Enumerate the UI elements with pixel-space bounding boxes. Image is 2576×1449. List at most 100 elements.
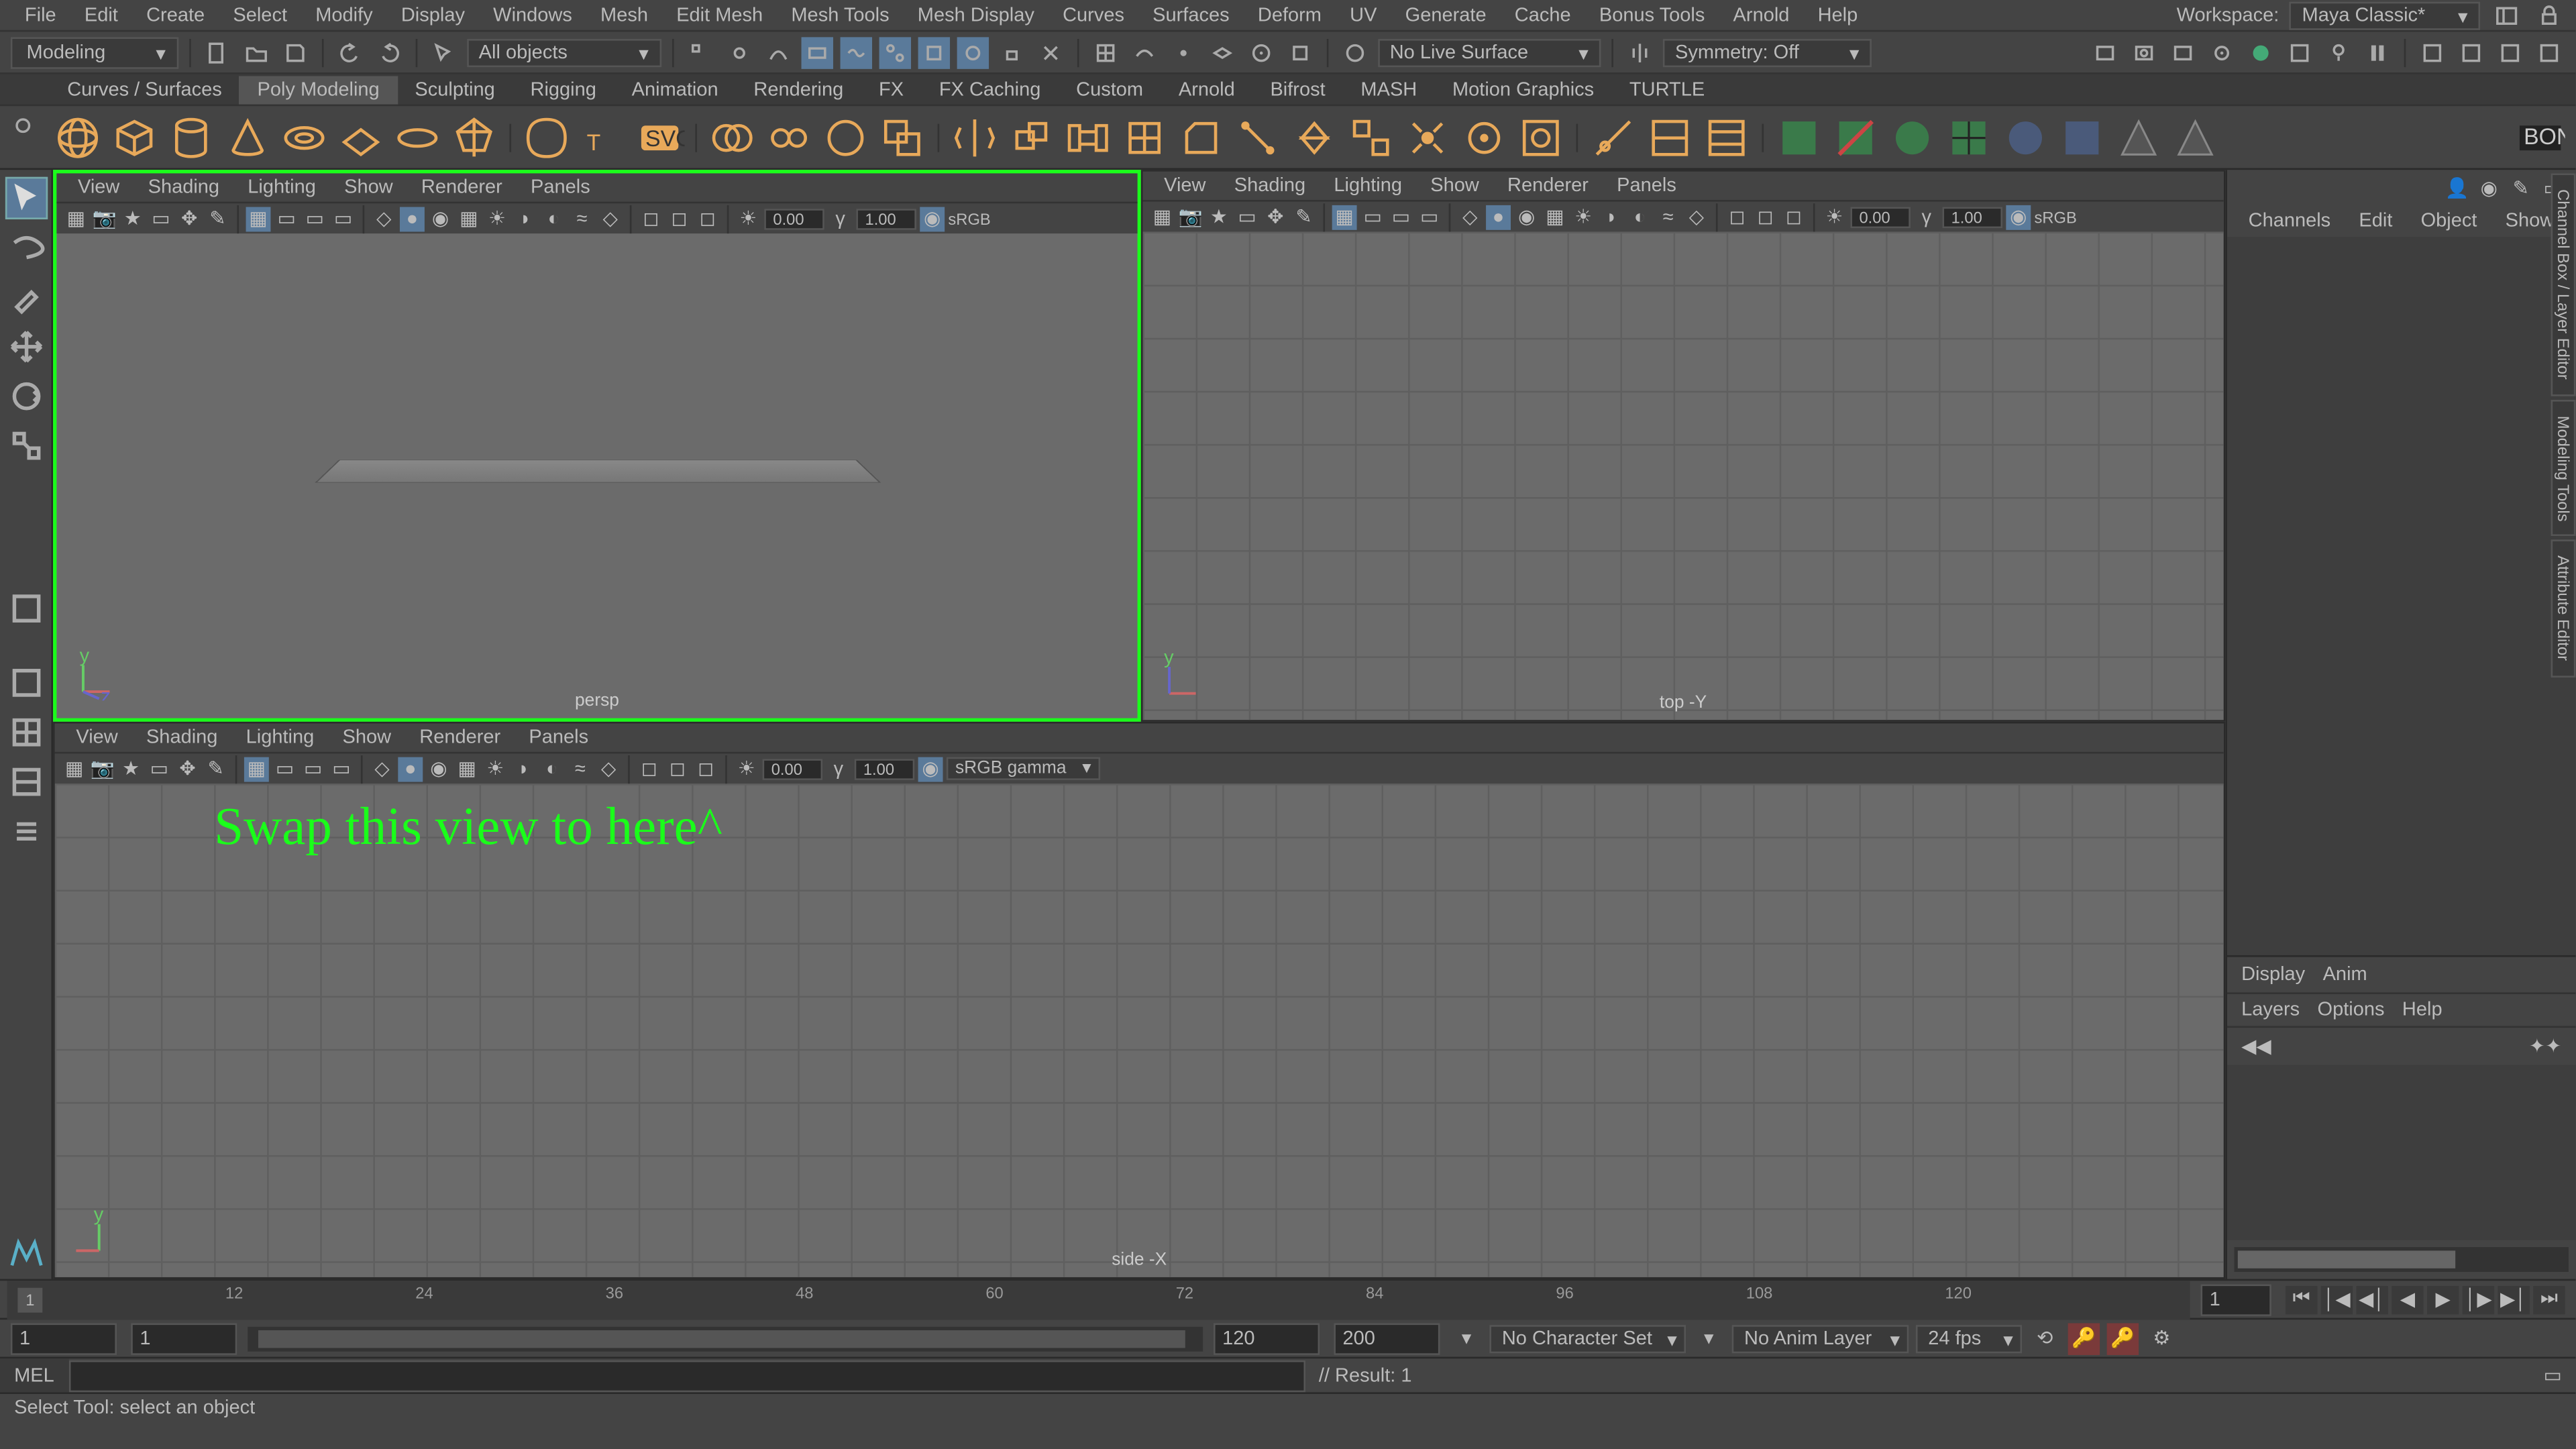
vp-xray-icon[interactable]: ◻ [665,756,690,781]
vp-menu-renderer[interactable]: Renderer [1497,173,1599,198]
vp-viewtransform-selector[interactable]: sRGB gamma [947,757,1100,780]
vp-isolate-icon[interactable]: ◻ [639,206,663,231]
bevel-icon[interactable] [1177,112,1226,162]
shelf-tab-bifrost[interactable]: Bifrost [1252,75,1343,103]
vp-menu-shading[interactable]: Shading [136,725,228,750]
vp-menu-show[interactable]: Show [333,175,403,200]
step-fwd-icon[interactable]: │▶ [2463,1285,2494,1313]
vp-color-mgmt-icon[interactable]: ◉ [918,756,943,781]
vp-gamma-icon[interactable]: γ [1914,205,1939,229]
channel-icon3[interactable]: ✎ [2508,175,2533,200]
poly-disc-icon[interactable] [392,112,442,162]
menu-surfaces[interactable]: Surfaces [1138,1,1244,29]
poly-superellipse-icon[interactable] [522,112,572,162]
move-tool[interactable] [5,325,47,368]
shelf-tab-mash[interactable]: MASH [1343,75,1435,103]
vp-menu-view[interactable]: View [66,725,129,750]
layer-down-icon[interactable]: ◀ [2256,1035,2271,1058]
ipr-render-icon[interactable] [2167,36,2198,68]
separate-icon[interactable] [764,112,814,162]
insert-loop-icon[interactable] [1645,112,1695,162]
toggle-toolsettings-icon[interactable] [2455,36,2487,68]
bridge-icon[interactable] [1063,112,1113,162]
shelf-tab-animation[interactable]: Animation [614,75,736,103]
go-start-icon[interactable]: ⏮ [2286,1285,2317,1313]
connect-icon[interactable] [1233,112,1283,162]
tab-modeling-tools[interactable]: Modeling Tools [2551,399,2576,537]
poly-platonic-icon[interactable] [449,112,499,162]
vp-menu-lighting[interactable]: Lighting [237,175,326,200]
vp-cam-icon[interactable]: 📷 [90,756,115,781]
vp-2d-pan-icon[interactable]: ✥ [177,206,202,231]
vp-shadows-icon[interactable]: ◗ [1599,205,1624,229]
vp-grid-icon[interactable]: ▦ [1332,205,1357,229]
menu-mesh[interactable]: Mesh [586,1,662,29]
svg-tool-icon[interactable]: SVG [635,112,685,162]
sidebar-toggle-icon[interactable] [2491,0,2522,31]
poly-torus-icon[interactable] [280,112,329,162]
vp-cam-icon[interactable]: 📷 [1178,205,1203,229]
remove-crease-icon[interactable] [1831,112,1880,162]
play-back-icon[interactable]: ◀ [2392,1285,2423,1313]
vp-gamma-field[interactable]: 1.00 [1942,206,2002,227]
mask-dynamic-icon[interactable] [879,36,910,68]
snap-grid-icon[interactable] [1089,36,1120,68]
vp-menu-show[interactable]: Show [332,725,402,750]
vp-menu-renderer[interactable]: Renderer [411,175,513,200]
layer-up-icon[interactable]: ◀ [2241,1035,2256,1058]
vp-aa-icon[interactable]: ◇ [1684,205,1709,229]
vp-gate-mask-icon[interactable]: ▭ [331,206,356,231]
tab-edit[interactable]: Edit [2349,209,2404,233]
viewport-top-canvas[interactable]: y top -Y [1143,231,2224,720]
menu-help[interactable]: Help [1804,1,1872,29]
menu-generate[interactable]: Generate [1391,1,1501,29]
layout-two-icon[interactable] [5,761,47,803]
vp-res-gate-icon[interactable]: ▭ [1389,205,1413,229]
viewport-top[interactable]: View Shading Lighting Show Renderer Pane… [1141,170,2225,722]
vp-aa-icon[interactable]: ◇ [596,756,621,781]
vp-menu-panels[interactable]: Panels [520,175,600,200]
snap-point-icon[interactable] [1167,36,1198,68]
light-editor-icon[interactable] [2322,36,2354,68]
shelf-gear-icon[interactable] [11,113,36,144]
vp-ao-icon[interactable]: ◐ [1627,205,1652,229]
range-arrow-icon[interactable]: ▾ [1450,1322,1482,1354]
boolean-icon[interactable] [877,112,927,162]
channel-icon2[interactable]: ◉ [2477,175,2502,200]
layer-scrollbar[interactable] [2235,1247,2569,1272]
vp-xray-joint-icon[interactable]: ◻ [694,756,718,781]
shelf-tab-curves[interactable]: Curves / Surfaces [50,75,239,103]
step-back-icon[interactable]: ◀│ [2356,1285,2387,1313]
vp-2d-pan-icon[interactable]: ✥ [1263,205,1288,229]
layer-new-icon[interactable]: ✦ [2529,1035,2545,1058]
menu-edit[interactable]: Edit [70,1,132,29]
auto-key-icon[interactable]: 🔑 [2068,1322,2100,1354]
menu-layers[interactable]: Layers [2241,1000,2300,1021]
mask-misc-icon[interactable] [957,36,988,68]
shelf-tab-arnold[interactable]: Arnold [1161,75,1252,103]
loop-icon[interactable]: ⟲ [2029,1322,2061,1354]
vp-bookmark-icon[interactable]: ★ [1206,205,1231,229]
viewport-side-canvas[interactable]: Swap this view to here^ y side -X [55,784,2224,1277]
toggle-attr-icon[interactable] [2494,36,2526,68]
menu-select[interactable]: Select [219,1,301,29]
collapse-icon[interactable] [1289,112,1339,162]
snap-live-icon[interactable] [1245,36,1277,68]
vp-motion-blur-icon[interactable]: ≈ [568,756,592,781]
multi-cut-icon[interactable] [1589,112,1638,162]
vp-wire-icon[interactable]: ◇ [372,206,396,231]
vp-bookmark-icon[interactable]: ★ [119,756,144,781]
vp-color-mgmt-icon[interactable]: ◉ [2006,205,2031,229]
menu-mesh-display[interactable]: Mesh Display [904,1,1049,29]
vp-menu-show[interactable]: Show [1419,173,1489,198]
redo-icon[interactable] [372,36,404,68]
live-surface-selector[interactable]: No Live Surface [1377,38,1601,66]
vp-res-gate-icon[interactable]: ▭ [303,206,327,231]
menu-bonus-tools[interactable]: Bonus Tools [1585,1,1719,29]
symmetry-icon[interactable] [1624,36,1656,68]
open-scene-icon[interactable] [240,36,272,68]
viewport-persp[interactable]: View Shading Lighting Show Renderer Pane… [53,170,1141,722]
mask-lock-icon[interactable] [996,36,1027,68]
vp-shaded-icon[interactable]: ● [400,206,425,231]
script-editor-icon[interactable]: ▭ [2536,1360,2568,1391]
